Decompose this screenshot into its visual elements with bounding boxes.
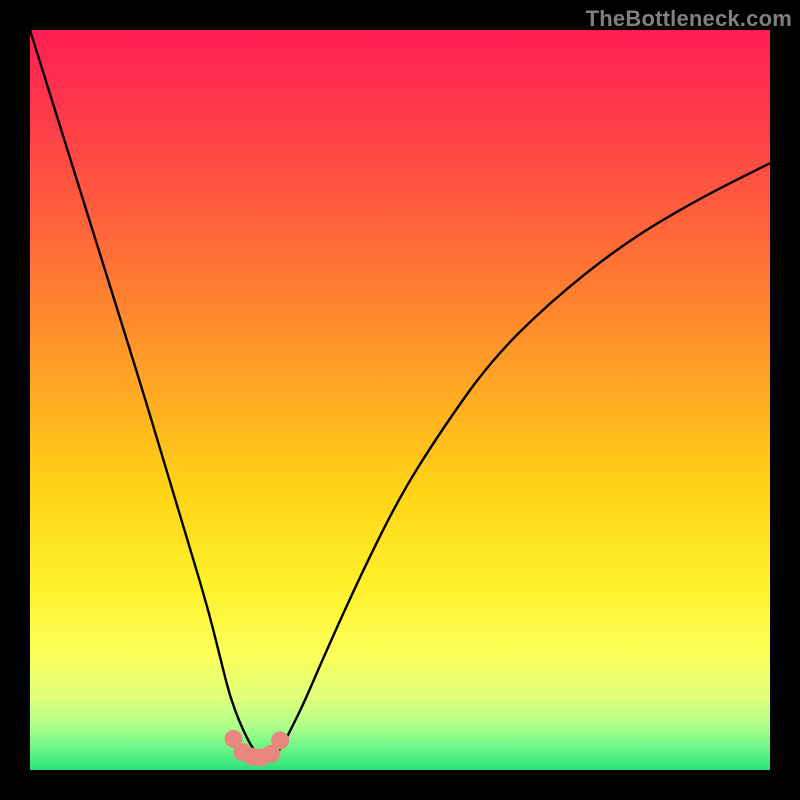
bottleneck-curve (30, 30, 770, 770)
plot-area (30, 30, 770, 770)
floor-markers (225, 730, 290, 767)
chart-frame: TheBottleneck.com (0, 0, 800, 800)
floor-marker (271, 731, 289, 749)
watermark-text: TheBottleneck.com (586, 6, 792, 32)
